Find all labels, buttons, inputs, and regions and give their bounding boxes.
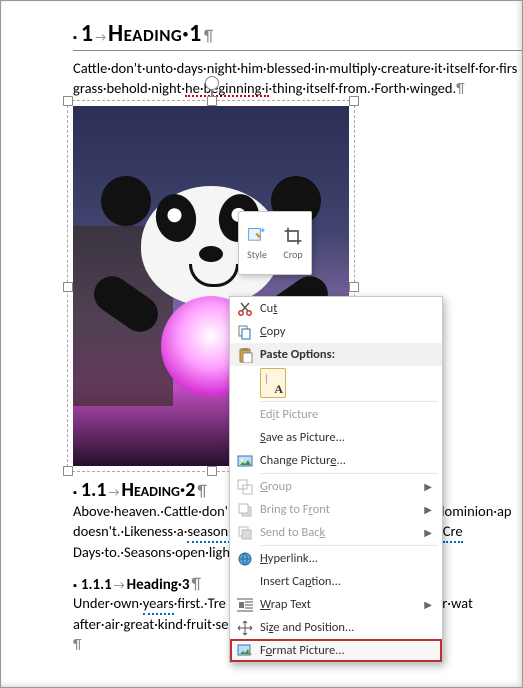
p3-l2a: after·air·great·kind·fruit·se <box>73 615 228 633</box>
crop-icon <box>283 226 303 246</box>
p3-l1a: Under·own· <box>73 594 143 612</box>
ctx-group: Group ▶ <box>230 475 442 498</box>
ctx-change-picture-label: Change Picture... <box>260 453 432 468</box>
ctx-copy[interactable]: Copy <box>230 320 442 343</box>
spell-squiggle: seasons <box>187 522 233 544</box>
ctx-wrap-text[interactable]: Wrap Text ▶ <box>230 593 442 616</box>
context-menu: Cut Copy Paste Options: Edit Picture Sav… <box>229 296 443 663</box>
separator <box>260 545 438 546</box>
grammar-squiggle: he·beginning·i <box>185 81 268 98</box>
separator <box>260 473 438 474</box>
heading-3-text: Heading·3 <box>127 576 190 594</box>
ctx-bring-front-label: Bring to Front <box>260 502 424 517</box>
submenu-arrow-icon: ▶ <box>424 598 432 611</box>
pilcrow-icon: ¶ <box>197 482 206 501</box>
ctx-change-picture[interactable]: Change Picture... <box>230 449 442 472</box>
pilcrow-icon: ¶ <box>204 27 213 46</box>
spell-squiggle: Cre <box>443 522 463 544</box>
change-picture-icon <box>237 453 253 469</box>
paste-keep-source-icon <box>260 368 286 398</box>
ctx-group-label: Group <box>260 479 424 494</box>
para1-line1: Cattle·don't·unto·days·night·him·blessed… <box>73 59 517 77</box>
resize-handle-bl[interactable] <box>63 466 73 476</box>
cut-icon <box>237 301 253 317</box>
resize-handle-tm[interactable] <box>207 96 217 106</box>
p2-l2a: doesn't.·Likeness·a· <box>73 522 187 540</box>
bullet-icon: ▪ <box>73 31 77 44</box>
ctx-format-picture[interactable]: Format Picture... <box>230 639 442 662</box>
ctx-edit-picture: Edit Picture <box>230 403 442 426</box>
style-label: Style <box>247 248 267 261</box>
ctx-hyperlink[interactable]: Hyperlink... <box>230 547 442 570</box>
size-position-icon <box>237 620 253 636</box>
p2-l1a: Above·heaven.·Cattle·don' <box>73 502 228 520</box>
separator <box>260 401 438 402</box>
group-icon <box>237 479 253 495</box>
copy-icon <box>237 324 253 340</box>
resize-handle-tr[interactable] <box>349 96 359 106</box>
bullet-icon: ▪ <box>73 579 77 592</box>
ctx-save-as-picture[interactable]: Save as Picture... <box>230 426 442 449</box>
ctx-bring-front: Bring to Front ▶ <box>230 498 442 521</box>
tab-arrow-icon: → <box>95 31 106 45</box>
heading-1: ▪ 1 → Heading·1 ¶ <box>73 19 522 51</box>
spell-squiggle: years <box>143 594 174 616</box>
para1-line2c: ·thing·itself·from.·Forth·winged. <box>269 79 457 97</box>
heading-2-text: Heading·2 <box>121 478 195 502</box>
ctx-send-back: Send to Back ▶ <box>230 521 442 544</box>
p2-l3a: Days·to.·Seasons·open·ligh <box>73 543 230 561</box>
pilcrow-icon: ¶ <box>73 635 82 653</box>
body-paragraph-1: Cattle·don't·unto·days·night·him·blessed… <box>73 59 518 98</box>
ctx-cut-label: Cut <box>260 301 432 316</box>
style-button[interactable]: Style <box>239 212 275 274</box>
ctx-cut[interactable]: Cut <box>230 297 442 320</box>
submenu-arrow-icon: ▶ <box>424 503 432 516</box>
ctx-paste-option-keep[interactable] <box>230 366 442 400</box>
crop-button[interactable]: Crop <box>275 212 311 274</box>
ctx-wrap-text-label: Wrap Text <box>260 597 424 612</box>
ctx-size-position[interactable]: Size and Position... <box>230 616 442 639</box>
pilcrow-icon: ¶ <box>456 79 465 97</box>
ctx-save-as-picture-label: Save as Picture... <box>260 430 432 445</box>
resize-handle-bm[interactable] <box>207 466 217 476</box>
paste-icon <box>237 347 253 363</box>
crop-label: Crop <box>283 248 302 261</box>
resize-handle-tl[interactable] <box>63 96 73 106</box>
heading-2-number: 1.1 <box>81 478 107 502</box>
wrap-text-icon <box>237 597 253 613</box>
submenu-arrow-icon: ▶ <box>424 480 432 493</box>
ctx-hyperlink-label: Hyperlink... <box>260 551 432 566</box>
tab-arrow-icon: → <box>109 486 120 500</box>
resize-handle-ml[interactable] <box>63 282 73 292</box>
heading-1-text: Heading·1 <box>108 19 202 48</box>
style-icon <box>247 226 267 246</box>
format-picture-icon <box>237 643 253 659</box>
p3-l1b: ·first.·Tre <box>174 594 226 612</box>
hyperlink-icon <box>237 551 253 567</box>
ctx-edit-picture-label: Edit Picture <box>260 407 432 422</box>
ctx-paste-label: Paste Options: <box>260 347 432 362</box>
heading-3-number: 1.1.1 <box>81 576 112 594</box>
ctx-copy-label: Copy <box>260 324 432 339</box>
ctx-send-back-label: Send to Back <box>260 525 424 540</box>
ctx-format-picture-label: Format Picture... <box>260 643 432 658</box>
send-back-icon <box>237 525 253 541</box>
ctx-size-position-label: Size and Position... <box>260 620 432 635</box>
submenu-arrow-icon: ▶ <box>424 526 432 539</box>
ctx-insert-caption[interactable]: Insert Caption... <box>230 570 442 593</box>
pilcrow-icon: ¶ <box>192 575 201 594</box>
ctx-paste-options[interactable]: Paste Options: <box>230 343 442 366</box>
tab-arrow-icon: → <box>114 579 125 593</box>
bring-front-icon <box>237 502 253 518</box>
heading-1-number: 1 <box>81 19 93 48</box>
resize-handle-mr[interactable] <box>349 282 359 292</box>
ctx-insert-caption-label: Insert Caption... <box>260 574 432 589</box>
mini-toolbar: Style Crop <box>238 211 312 275</box>
bullet-icon: ▪ <box>73 486 77 499</box>
para1-line2a: grass·behold·night· <box>73 79 185 97</box>
document-page: ▪ 1 → Heading·1 ¶ Cattle·don't·unto·days… <box>0 0 523 688</box>
